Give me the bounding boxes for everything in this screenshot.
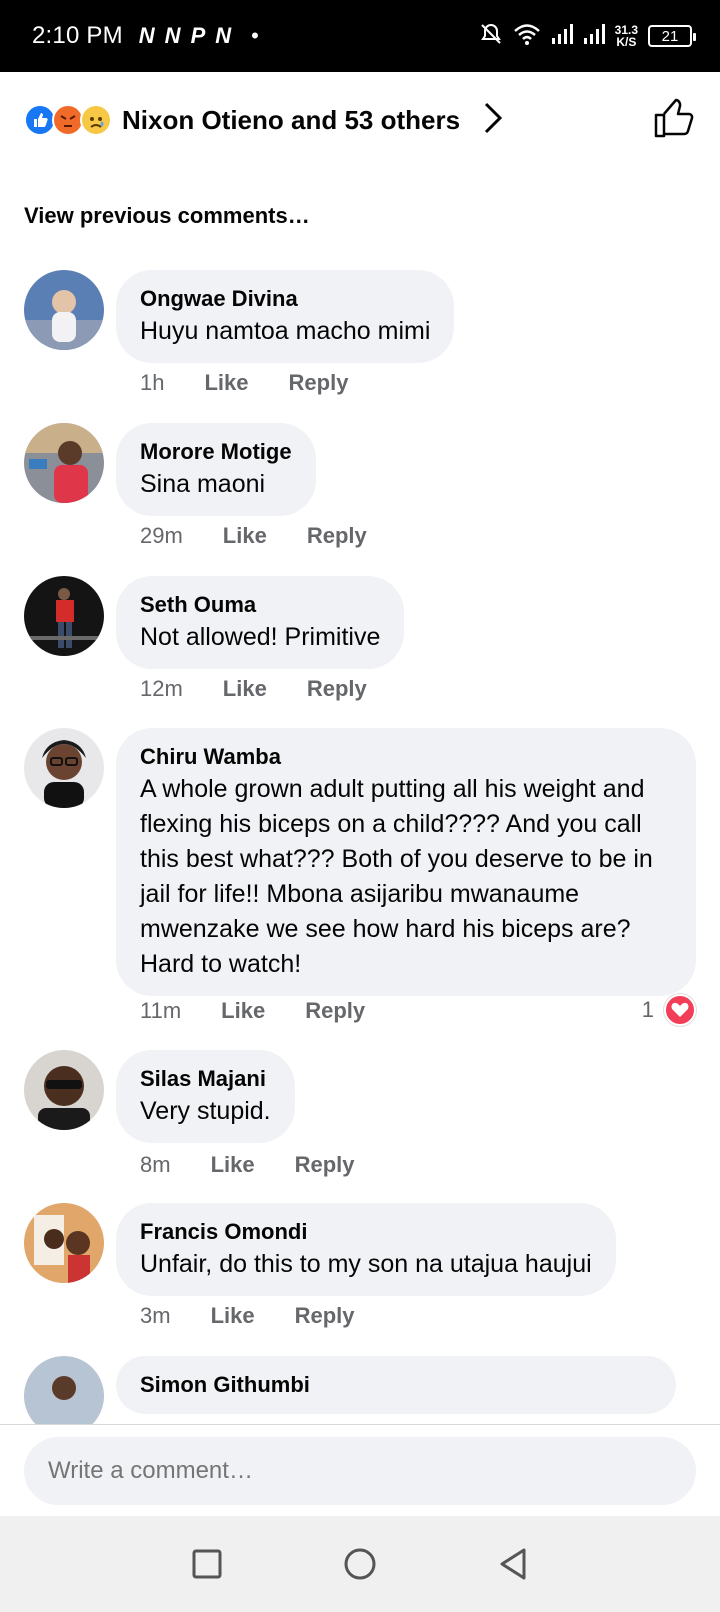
- reactions-summary-text[interactable]: Nixon Otieno and 53 others: [122, 105, 460, 136]
- avatar[interactable]: [24, 270, 104, 350]
- reaction-count: 1: [641, 997, 654, 1022]
- network-speed-unit: K/S: [616, 35, 637, 49]
- comment-actions: 3m Like Reply: [140, 1303, 395, 1329]
- avatar[interactable]: [24, 576, 104, 656]
- back-triangle-icon[interactable]: [493, 1544, 533, 1584]
- avatar[interactable]: [24, 1203, 104, 1283]
- reply-button[interactable]: Reply: [295, 1152, 355, 1178]
- comment-reactions[interactable]: 1: [642, 994, 696, 1026]
- comment-text: Not allowed! Primitive: [140, 623, 381, 651]
- write-comment-input[interactable]: [24, 1437, 696, 1505]
- comment-author[interactable]: Chiru Wamba: [140, 742, 672, 772]
- comment-author[interactable]: Silas Majani: [140, 1064, 271, 1094]
- like-button[interactable]: Like: [204, 370, 248, 396]
- comment-actions: 29m Like Reply: [140, 523, 407, 549]
- signal-icon: [583, 23, 605, 50]
- comment-author[interactable]: Seth Ouma: [140, 590, 380, 620]
- avatar[interactable]: [24, 423, 104, 503]
- app-notification-icon: P: [190, 23, 206, 48]
- status-bar: 2:10 PM N N P N • 31.3 K/S 21: [0, 0, 720, 72]
- battery-icon: 21: [648, 25, 696, 47]
- comment-time: 12m: [140, 676, 183, 701]
- comment-bubble[interactable]: Simon Githumbi: [116, 1356, 676, 1414]
- reply-button[interactable]: Reply: [307, 523, 367, 549]
- comment-text: Huyu namtoa macho mimi: [140, 317, 431, 345]
- comment-bubble[interactable]: Ongwae Divina Huyu namtoa macho mimi: [116, 270, 455, 363]
- comment-bubble[interactable]: Francis Omondi Unfair, do this to my son…: [116, 1203, 616, 1296]
- comment-text: Unfair, do this to my son na utajua hauj…: [140, 1250, 592, 1278]
- comment-time: 8m: [140, 1152, 171, 1177]
- comment-actions: 11m Like Reply: [140, 998, 405, 1024]
- comment-bubble[interactable]: Silas Majani Very stupid.: [116, 1050, 295, 1143]
- comment-author[interactable]: Francis Omondi: [140, 1217, 592, 1247]
- comment-actions: 8m Like Reply: [140, 1152, 395, 1178]
- battery-level: 21: [661, 27, 679, 45]
- comment-time: 11m: [140, 998, 182, 1023]
- notification-icons: N N P N •: [139, 23, 259, 49]
- view-previous-comments-link[interactable]: View previous comments…: [24, 203, 310, 229]
- comment-author[interactable]: Morore Motige: [140, 437, 292, 467]
- comment-time: 29m: [140, 523, 183, 548]
- comment-bubble[interactable]: Chiru Wamba A whole grown adult putting …: [116, 728, 696, 996]
- network-speed: 31.3 K/S: [615, 24, 638, 48]
- home-circle-icon[interactable]: [340, 1544, 380, 1584]
- more-notifications-dot-icon: •: [251, 23, 259, 48]
- like-button[interactable]: Like: [211, 1303, 255, 1329]
- comment-text: A whole grown adult putting all his weig…: [140, 775, 653, 978]
- comment-author[interactable]: Simon Githumbi: [140, 1370, 652, 1400]
- status-time: 2:10 PM: [32, 22, 123, 49]
- comment-bubble[interactable]: Seth Ouma Not allowed! Primitive: [116, 576, 405, 669]
- heart-icon: [664, 994, 696, 1026]
- comment-text: Very stupid.: [140, 1097, 271, 1125]
- comment-bubble[interactable]: Morore Motige Sina maoni: [116, 423, 316, 516]
- comment-actions: 1h Like Reply: [140, 370, 388, 396]
- like-post-button[interactable]: [652, 96, 696, 145]
- signal-icon: [551, 23, 573, 50]
- recents-square-icon[interactable]: [187, 1544, 227, 1584]
- wifi-icon: [513, 22, 541, 51]
- reactions-summary[interactable]: Nixon Otieno and 53 others: [0, 72, 720, 168]
- comment-text: Sina maoni: [140, 470, 266, 498]
- mute-bell-icon: [479, 22, 503, 51]
- system-navigation-bar: [0, 1516, 720, 1612]
- like-button[interactable]: Like: [223, 676, 267, 702]
- reaction-icons: [24, 104, 112, 136]
- comment-time: 1h: [140, 370, 165, 395]
- comment-actions: 12m Like Reply: [140, 676, 407, 702]
- app-notification-icon: N: [138, 23, 155, 48]
- avatar[interactable]: [24, 728, 104, 808]
- reply-button[interactable]: Reply: [289, 370, 349, 396]
- like-button[interactable]: Like: [221, 998, 265, 1024]
- app-notification-icon: N: [215, 23, 232, 48]
- comment-author[interactable]: Ongwae Divina: [140, 284, 430, 314]
- chevron-right-icon[interactable]: [482, 101, 504, 140]
- reply-button[interactable]: Reply: [307, 676, 367, 702]
- app-notification-icon: N: [164, 23, 181, 48]
- thumbs-up-icon: [654, 98, 694, 137]
- sad-icon: [80, 104, 112, 136]
- reply-button[interactable]: Reply: [305, 998, 365, 1024]
- reply-button[interactable]: Reply: [295, 1303, 355, 1329]
- comment-time: 3m: [140, 1303, 171, 1328]
- like-button[interactable]: Like: [211, 1152, 255, 1178]
- like-button[interactable]: Like: [223, 523, 267, 549]
- comment-composer: [0, 1424, 720, 1516]
- avatar[interactable]: [24, 1050, 104, 1130]
